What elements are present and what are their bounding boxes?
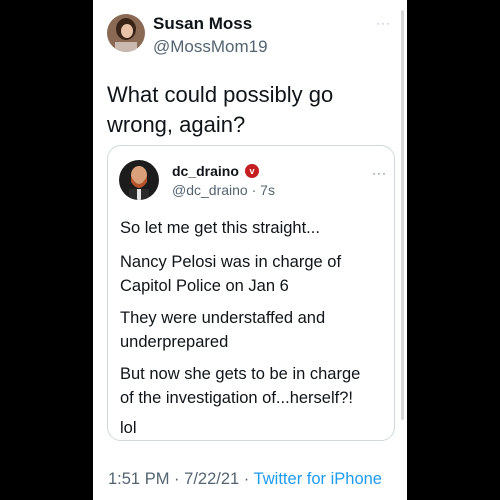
tweet-text: What could possibly go wrong, again? bbox=[107, 80, 392, 140]
quoted-text-line: underprepared bbox=[120, 333, 229, 351]
meta-separator: · bbox=[251, 182, 257, 198]
quoted-author-meta: @dc_draino · 7s bbox=[172, 182, 275, 198]
quoted-text-line: Capitol Police on Jan 6 bbox=[120, 277, 289, 295]
footer-separator: · bbox=[243, 470, 250, 488]
quoted-author-handle[interactable]: @dc_draino bbox=[172, 182, 248, 198]
tweet-text-line: wrong, again? bbox=[107, 112, 246, 137]
quoted-time-ago[interactable]: 7s bbox=[260, 182, 275, 198]
tweet-time[interactable]: 1:51 PM bbox=[108, 470, 169, 488]
tweet-footer: 1:51 PM · 7/22/21 · Twitter for iPhone bbox=[108, 470, 382, 489]
quoted-author-name[interactable]: dc_draino bbox=[172, 163, 239, 179]
more-options-icon[interactable]: ··· bbox=[376, 16, 391, 30]
quoted-text-line: lol bbox=[120, 419, 137, 437]
quoted-text-line: But now she gets to be in charge bbox=[120, 365, 361, 383]
tweet-date[interactable]: 7/22/21 bbox=[184, 470, 239, 488]
quoted-more-options-icon[interactable]: ··· bbox=[372, 166, 387, 180]
author-name[interactable]: Susan Moss bbox=[153, 14, 252, 34]
author-avatar[interactable] bbox=[107, 14, 145, 52]
scrollbar[interactable] bbox=[401, 10, 404, 420]
quoted-text-line: So let me get this straight... bbox=[120, 219, 320, 237]
footer-separator: · bbox=[174, 470, 180, 488]
tweet-source-link[interactable]: Twitter for iPhone bbox=[254, 470, 382, 488]
quoted-text-line: Nancy Pelosi was in charge of bbox=[120, 253, 342, 271]
verified-badge-icon: v bbox=[245, 164, 259, 178]
quoted-author-avatar[interactable] bbox=[119, 160, 159, 200]
quoted-text-line: of the investigation of...herself?! bbox=[120, 389, 353, 407]
author-handle[interactable]: @MossMom19 bbox=[153, 37, 268, 57]
quoted-text-line: They were understaffed and bbox=[120, 309, 326, 327]
tweet-text-line: What could possibly go bbox=[107, 82, 334, 107]
